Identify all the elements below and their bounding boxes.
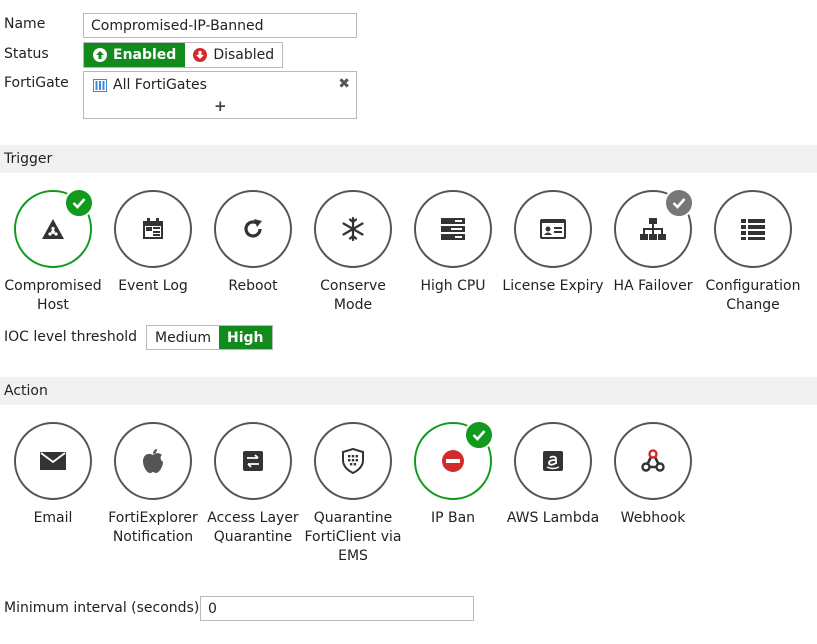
fortigate-selector[interactable]: All FortiGates ✖ + <box>83 71 357 119</box>
biohazard-icon <box>42 219 64 239</box>
action-label: Quarantine FortiClient via EMS <box>304 510 402 564</box>
ioc-threshold-toggle: Medium High <box>146 325 273 350</box>
ban-icon <box>442 450 464 472</box>
ioc-high-button[interactable]: High <box>218 326 272 349</box>
trigger-label: High CPU <box>420 278 486 294</box>
id-card-icon <box>540 219 566 239</box>
apple-icon <box>143 449 163 473</box>
fortigate-label: FortiGate <box>4 75 69 91</box>
trigger-compromised-host[interactable]: Compromised Host <box>3 188 103 315</box>
action-tiles: Email FortiExplorer Notification Access … <box>3 420 703 566</box>
trigger-configuration-change[interactable]: Configuration Change <box>703 190 803 315</box>
name-input[interactable]: Compromised-IP-Banned <box>83 13 357 38</box>
action-email[interactable]: Email <box>3 422 103 566</box>
trigger-reboot[interactable]: Reboot <box>203 190 303 315</box>
trigger-conserve-mode[interactable]: Conserve Mode <box>303 190 403 315</box>
envelope-icon <box>40 452 66 470</box>
trigger-high-cpu[interactable]: High CPU <box>403 190 503 315</box>
trigger-label: Reboot <box>228 278 278 294</box>
action-label: Access Layer Quarantine <box>207 510 299 545</box>
action-webhook[interactable]: Webhook <box>603 422 703 566</box>
trigger-license-expiry[interactable]: License Expiry <box>502 190 604 315</box>
status-label: Status <box>4 46 49 62</box>
fortigate-entry: All FortiGates <box>93 77 207 93</box>
add-fortigate-button[interactable]: + <box>214 97 227 115</box>
ioc-medium-button[interactable]: Medium <box>147 326 219 349</box>
status-enabled-button[interactable]: Enabled <box>84 43 186 67</box>
trigger-label: Compromised Host <box>4 278 102 313</box>
trigger-event-log[interactable]: Event Log <box>103 190 203 315</box>
trigger-label: Event Log <box>118 278 188 294</box>
fortigate-entry-label: All FortiGates <box>113 77 207 93</box>
selected-check-icon <box>64 188 94 218</box>
min-interval-input[interactable]: 0 <box>200 596 474 621</box>
shield-keypad-icon <box>342 448 364 474</box>
status-toggle: Enabled Disabled <box>83 42 284 68</box>
action-ip-ban[interactable]: IP Ban <box>403 420 503 566</box>
enabled-check-icon <box>664 188 694 218</box>
trigger-ha-failover[interactable]: HA Failover <box>603 188 703 315</box>
min-interval-label: Minimum interval (seconds) <box>4 600 200 616</box>
action-aws-lambda[interactable]: AWS Lambda <box>503 422 603 566</box>
reboot-icon <box>244 219 262 238</box>
action-label: FortiExplorer Notification <box>108 510 198 545</box>
webhook-icon <box>641 449 665 472</box>
exchange-icon <box>243 451 263 471</box>
action-label: AWS Lambda <box>506 510 600 526</box>
action-quarantine-forticlient-ems[interactable]: Quarantine FortiClient via EMS <box>303 422 403 566</box>
trigger-section-header: Trigger <box>0 145 817 173</box>
name-label: Name <box>4 16 46 32</box>
list-icon <box>741 219 765 240</box>
status-disabled-label: Disabled <box>213 47 275 63</box>
arrow-down-circle-icon <box>193 48 208 62</box>
server-icon <box>441 218 465 240</box>
ioc-threshold-label: IOC level threshold <box>4 329 138 345</box>
amazon-icon <box>543 451 563 471</box>
status-enabled-label: Enabled <box>113 47 177 63</box>
event-log-icon <box>143 218 163 239</box>
columns-icon <box>93 78 107 92</box>
sitemap-icon <box>640 218 666 240</box>
status-disabled-button[interactable]: Disabled <box>185 43 283 67</box>
trigger-label: HA Failover <box>613 278 693 294</box>
arrow-up-circle-icon <box>93 48 107 62</box>
trigger-label: Conserve Mode <box>320 278 386 313</box>
remove-icon[interactable]: ✖ <box>338 76 350 92</box>
selected-check-icon <box>464 420 494 450</box>
action-fortiexplorer-notification[interactable]: FortiExplorer Notification <box>103 422 203 566</box>
action-label: Webhook <box>620 510 686 526</box>
action-label: Email <box>33 510 73 526</box>
trigger-label: License Expiry <box>502 278 604 294</box>
snowflake-icon <box>342 216 364 242</box>
action-label: IP Ban <box>430 510 476 526</box>
action-access-layer-quarantine[interactable]: Access Layer Quarantine <box>203 422 303 566</box>
trigger-tiles: Compromised Host Event Log Reboot Conser… <box>3 188 803 315</box>
trigger-label: Configuration Change <box>705 278 801 313</box>
action-section-header: Action <box>0 377 817 405</box>
